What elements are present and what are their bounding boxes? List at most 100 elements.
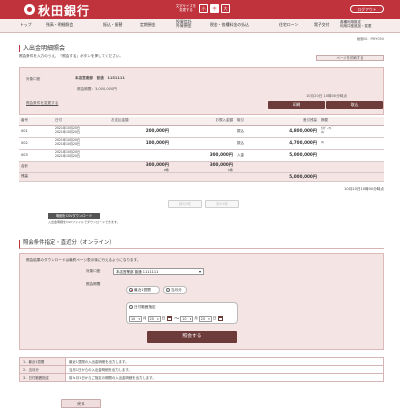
nav-item-housing-loan[interactable]: 住宅ローン (279, 22, 298, 27)
calendar-icon[interactable] (218, 316, 224, 321)
col-memo: 摘要 (319, 117, 384, 126)
total-deposit-count: 1件 (227, 167, 233, 172)
calendar-icon[interactable] (167, 316, 173, 321)
page-title: 入出金明細照会 (19, 45, 65, 52)
bank-logo-icon (24, 4, 35, 15)
transactions-table: 番号 日付 お支払金額 お預入金額 取引 差引残高 摘要 001 2021年10… (19, 117, 384, 182)
row-deposit: 300,000円 (171, 149, 235, 162)
total-label: 合計 (19, 161, 109, 173)
prev-page-button[interactable]: 前の5件 (168, 200, 202, 208)
row-withdraw: 200,000円 (109, 125, 171, 138)
bank-name: 秋田銀行 (38, 4, 91, 18)
balance-value: 5,000,000円 (265, 172, 319, 182)
row-type: 振込 (235, 125, 265, 138)
total-withdraw-count: 2件 (163, 167, 169, 172)
radio-selected-icon (129, 287, 133, 292)
nav-item-time-deposit[interactable]: 定期預金 (140, 22, 156, 27)
row-balance: 4,800,000円 (265, 125, 319, 138)
logout-button[interactable]: ログアウト (350, 5, 384, 13)
row-deposit (171, 125, 235, 138)
print-page-button[interactable]: ページを印刷する (316, 55, 384, 61)
col-type: 取引 (235, 117, 265, 126)
period-value: 照会期間：3,000,000円 (77, 87, 117, 91)
option-range-label: 日付範囲指定 (134, 305, 156, 309)
table-header-row: 番号 日付 お支払金額 お預入金額 取引 差引残高 摘要 (19, 117, 384, 126)
period-options: 最近1週間 当月分 日付範囲指定 10 月 20 日 〜 10 月 20 日 (108, 281, 328, 331)
option-recent-label: 最近1週間 (134, 288, 151, 292)
csv-download-button[interactable]: 明細をCSVダウンロード (48, 213, 100, 219)
col-withdraw: お支払金額 (109, 117, 171, 126)
total-withdraw-cell: 300,000円 2件 (109, 161, 171, 173)
date-range-inputs: 10 月 20 日 〜 10 月 20 日 (129, 315, 224, 322)
font-size-label: 文字サイズを変更する (175, 4, 197, 12)
row-memo: ｶ)ﾋﾞｰｱﾄﾞ ﾏﾙ (319, 125, 384, 138)
account-panel: 対象口座 本店営業部 普通 1151111 照会期間：3,000,000円 10… (19, 67, 384, 115)
help-key: 2．当月分 (19, 365, 66, 374)
date-range-label-row: 日付範囲指定 (129, 305, 156, 310)
csv-note: 入出金明細をCSVファイルでダウンロードできます。 (48, 220, 120, 224)
to-day-select[interactable]: 20 (198, 315, 212, 322)
row-dates: 2021年10月20日 2021年10月20日 (53, 137, 109, 150)
from-day-select[interactable]: 20 (147, 315, 161, 322)
screen-id: 画面ID：PMY050 (356, 37, 384, 41)
nav-item-settings[interactable]: 各種利用設定 利用口座追加・変更 (340, 20, 372, 28)
total-deposit-cell: 300,000円 1件 (171, 161, 235, 173)
radio-icon (166, 287, 170, 292)
unit-day: 日 (161, 316, 166, 320)
row-number: 001 (19, 125, 53, 138)
search-button[interactable]: 照会する (147, 331, 237, 343)
from-month-select[interactable]: 10 (129, 315, 142, 322)
change-condition-link[interactable]: 照会条件を変更する (26, 101, 58, 106)
row-type: 入金 (235, 149, 265, 162)
back-button[interactable]: 戻る (61, 399, 101, 408)
nav-item-investment[interactable]: 投資信託 外貨預金 (176, 19, 192, 29)
to-month-select[interactable]: 10 (180, 315, 194, 322)
row-deposit (171, 137, 235, 150)
unit-month: 月 (194, 316, 198, 320)
nav-item-balance[interactable]: 残高・明細照会 (46, 22, 73, 27)
font-size-small-button[interactable]: 小 (199, 4, 208, 13)
row-withdraw (109, 149, 171, 162)
help-row: 2．当月分 当月1日からの入出金明細を出力します。 (19, 365, 384, 374)
help-value: 最近1週間の入出金明細を出力します。 (65, 357, 384, 366)
table-row: 003 2021年10月20日 2021年10月20日 300,000円 入金 … (19, 149, 384, 162)
row-withdraw: 100,000円 (109, 137, 171, 150)
main-nav: トップ 残高・明細照会 振込・振替 定期預金 投資信託 外貨預金 税金・各種料金… (0, 19, 400, 33)
section-title: 照会条件指定・直近分（オンライン） (19, 240, 384, 249)
option-date-range[interactable]: 日付範囲指定 10 月 20 日 〜 10 月 20 日 (126, 302, 238, 324)
account-field-label: 対象口座 (86, 269, 101, 273)
instruction-text: 照会条件を入力のうえ、「照会する」ボタンを押してください。 (19, 54, 124, 58)
next-page-button[interactable]: 次の5件 (205, 200, 239, 208)
import-button[interactable]: 取込 (326, 101, 383, 109)
print-button[interactable]: 印刷 (268, 101, 325, 109)
unit-day: 日 (212, 316, 217, 320)
final-date: 10月20日10時00分時点 (344, 187, 384, 191)
total-row: 合計 300,000円 2件 300,000円 1件 (19, 161, 384, 173)
nav-item-top[interactable]: トップ (20, 22, 32, 27)
account-select[interactable]: 本店営業部 普通 1111111 (113, 268, 204, 275)
help-key: 3．日付範囲指定 (19, 373, 66, 382)
row-type: 振込 (235, 137, 265, 150)
col-deposit: お預入金額 (171, 117, 235, 126)
balance-label: 残高 (19, 172, 109, 182)
font-size-medium-button[interactable]: 中 (210, 4, 219, 13)
option-recent-week[interactable]: 最近1週間 (126, 286, 160, 294)
col-number: 番号 (19, 117, 53, 126)
form-description: 照会結果のダウンロードは最終ページ表示後に行えるようになります。 (26, 258, 141, 262)
row-number: 002 (19, 137, 53, 150)
row-number: 003 (19, 149, 53, 162)
account-label: 対象口座 (26, 77, 41, 81)
help-row: 1．最近1週間 最近1週間の入出金明細を出力します。 (19, 357, 384, 366)
row-memo (319, 149, 384, 162)
help-value: 前々月1日からご指定の期間の入出金明細を出力します。 (65, 373, 384, 382)
nav-item-payment[interactable]: 税金・各種料金の払込 (210, 22, 249, 27)
balance-row: 残高 5,000,000円 (19, 172, 384, 182)
unit-month: 月 (143, 316, 147, 320)
nav-item-e-delivery[interactable]: 電子交付 (314, 22, 330, 27)
period-field-label: 照会期間 (86, 282, 101, 286)
nav-item-transfer[interactable]: 振込・振替 (103, 22, 122, 27)
option-this-month[interactable]: 当月分 (163, 286, 187, 294)
row-balance: 4,700,000円 (265, 137, 319, 150)
font-size-large-button[interactable]: 大 (221, 4, 230, 13)
range-tilde: 〜 (174, 316, 180, 322)
